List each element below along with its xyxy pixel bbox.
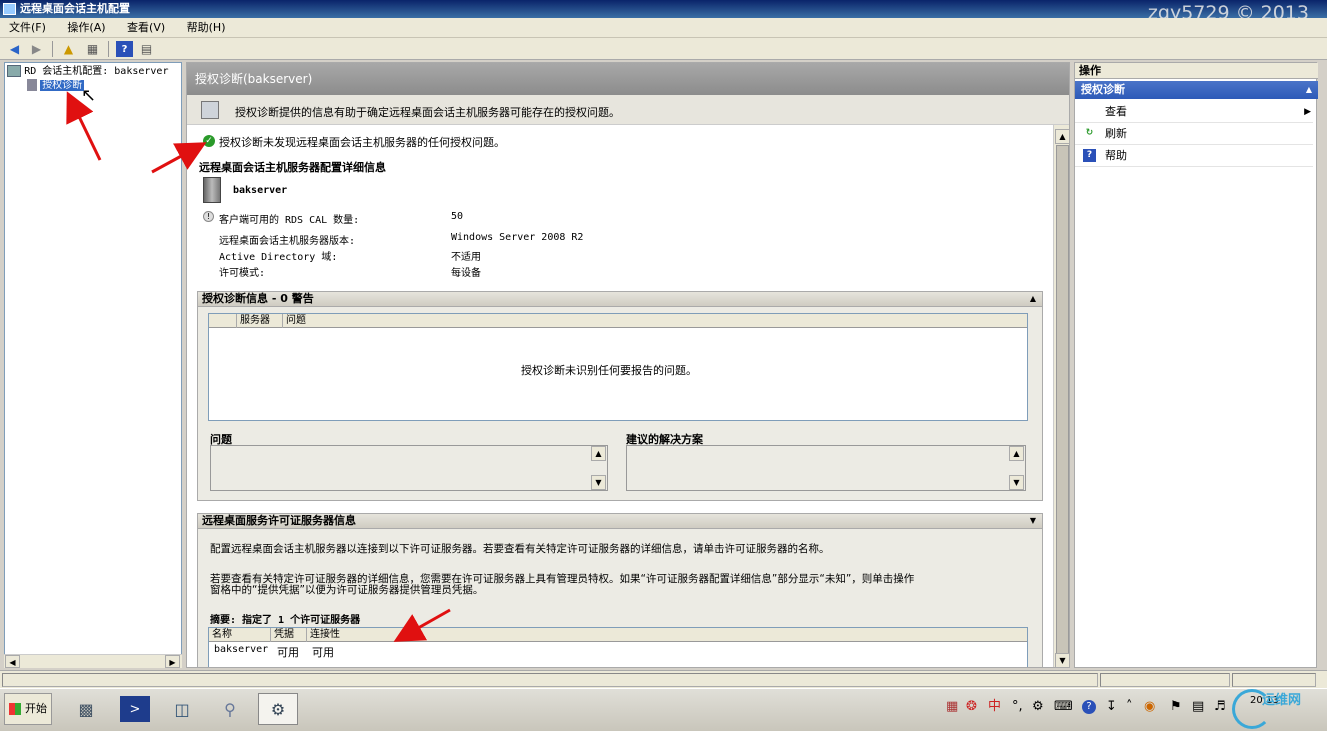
annotation-arrow: [66, 91, 102, 161]
annotation-arrows: [66, 91, 451, 642]
annotation-arrow: [151, 142, 207, 174]
annotation-arrow: [393, 608, 451, 642]
